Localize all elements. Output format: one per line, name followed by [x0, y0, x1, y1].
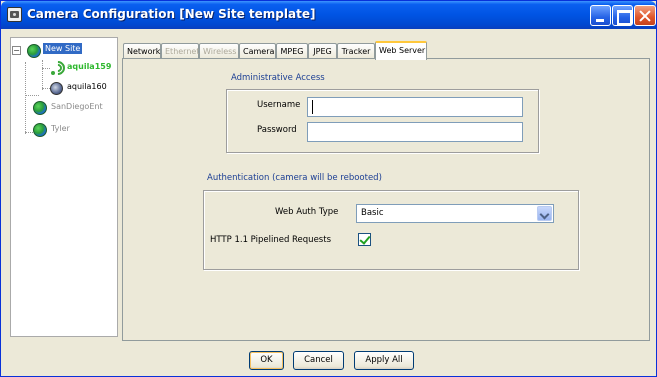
- chevron-down-icon[interactable]: [537, 206, 552, 221]
- tree-item-label: aquila160: [67, 82, 107, 91]
- tree-item-label: SanDiegoEnt: [51, 102, 103, 111]
- collapse-icon[interactable]: −: [12, 46, 21, 55]
- tab-camera[interactable]: Camera: [239, 43, 276, 59]
- web-auth-type-select[interactable]: Basic: [356, 204, 554, 223]
- username-input[interactable]: [307, 97, 523, 117]
- web-server-panel: Administrative Access Username Password …: [122, 58, 650, 341]
- dialog-footer: OK Cancel Apply All: [10, 342, 650, 376]
- tab-tracker[interactable]: Tracker: [337, 43, 375, 59]
- ok-button[interactable]: OK: [249, 351, 284, 370]
- tab-network[interactable]: Network: [123, 43, 161, 59]
- wireless-camera-icon: [48, 58, 68, 78]
- camera-configuration-window: Camera Configuration [New Site template]…: [0, 0, 657, 377]
- tree-item-aquila159[interactable]: aquila159: [11, 58, 117, 78]
- site-tree[interactable]: − New Site aquila159 aquila160 SanDiegoE…: [10, 37, 118, 337]
- tree-item-aquila160[interactable]: aquila160: [11, 80, 117, 96]
- tree-item-tyler[interactable]: Tyler: [11, 122, 117, 138]
- tab-wireless: Wireless: [199, 43, 239, 59]
- globe-icon: [33, 101, 47, 115]
- camera-icon: [49, 81, 63, 95]
- globe-icon: [27, 44, 41, 58]
- username-label: Username: [257, 100, 301, 110]
- camera-app-icon: [7, 7, 22, 22]
- tab-web-server[interactable]: Web Server: [375, 41, 427, 60]
- tree-item-sandiegoent[interactable]: SanDiegoEnt: [11, 100, 117, 116]
- web-auth-type-value: Basic: [361, 208, 384, 218]
- tree-item-new-site[interactable]: − New Site: [11, 42, 117, 58]
- web-auth-type-label: Web Auth Type: [275, 207, 339, 217]
- pipelined-requests-checkbox[interactable]: [358, 233, 371, 246]
- apply-all-button[interactable]: Apply All: [354, 351, 414, 370]
- minimize-button[interactable]: [590, 5, 611, 26]
- text-caret: [312, 100, 313, 114]
- authentication-group: Web Auth Type Basic HTTP 1.1 Pipelined R…: [203, 190, 579, 270]
- tab-mpeg[interactable]: MPEG: [276, 43, 308, 59]
- globe-icon: [33, 123, 47, 137]
- cancel-button[interactable]: Cancel: [293, 351, 344, 370]
- tree-item-label: New Site: [43, 43, 83, 54]
- pipelined-requests-label: HTTP 1.1 Pipelined Requests: [210, 235, 331, 245]
- password-label: Password: [257, 125, 297, 135]
- close-button[interactable]: [634, 5, 656, 26]
- tab-jpeg[interactable]: JPEG: [308, 43, 337, 59]
- tab-ethernet: Ethernet: [161, 43, 199, 59]
- tree-item-label: aquila159: [67, 62, 112, 71]
- admin-access-title: Administrative Access: [231, 73, 325, 83]
- window-title: Camera Configuration [New Site template]: [27, 7, 316, 21]
- password-input[interactable]: [307, 122, 523, 142]
- title-bar[interactable]: Camera Configuration [New Site template]: [1, 1, 656, 29]
- maximize-button[interactable]: [612, 5, 633, 26]
- admin-access-group: Username Password: [226, 89, 539, 153]
- tree-item-label: Tyler: [51, 124, 70, 133]
- authentication-title: Authentication (camera will be rebooted): [207, 173, 382, 183]
